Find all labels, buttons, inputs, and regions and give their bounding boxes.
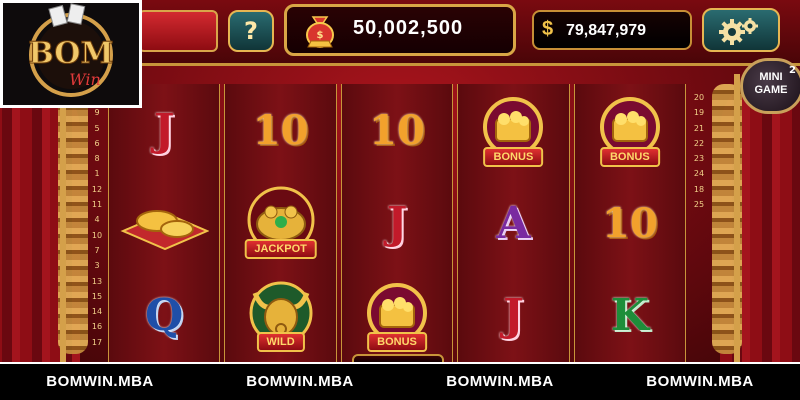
symbol-k: K	[610, 290, 649, 342]
gear-icon	[719, 18, 758, 45]
help-button[interactable]: ?	[228, 10, 274, 52]
payline-number: 21	[693, 123, 705, 133]
jackpot-amount: 50,002,500	[353, 17, 464, 39]
watermark-text: BOMWIN.MBA	[446, 373, 554, 390]
reel-2: 10 JACKPOT WILD	[224, 84, 337, 362]
reel-5: BONUS 10 K	[573, 84, 687, 362]
reel-cell: J	[342, 177, 452, 270]
payline-number: 17	[91, 337, 103, 347]
jackpot-display: $ 50,002,500	[284, 4, 516, 56]
symbol-10: 10	[252, 106, 309, 154]
reel-1: JQ	[108, 84, 221, 362]
symbol-label: BONUS	[599, 146, 660, 167]
payline-number: 8	[94, 154, 100, 164]
symbol-j: J	[503, 290, 524, 342]
symbol-a: A	[496, 197, 531, 249]
reel-cell: 10	[225, 84, 335, 177]
symbol-10: 10	[601, 199, 658, 247]
svg-text:Win: Win	[69, 70, 101, 89]
payline-numbers-right: 20 19 21 22 23 24 18 25	[690, 90, 708, 212]
mini-game-label: MINI GAME	[754, 71, 788, 96]
payline-number: 11	[91, 200, 103, 210]
reel-cell: WILD	[225, 269, 335, 362]
symbol-j: J	[153, 104, 175, 156]
reel-cell: K	[575, 269, 685, 362]
balance-display: $ 79,847,979	[532, 10, 692, 50]
bomwin-logo: BOM Win	[0, 0, 142, 108]
payline-numbers-left: 2956811211410731315141617	[88, 90, 106, 350]
reel-cell: Q	[109, 269, 219, 362]
svg-text:BOM: BOM	[28, 36, 113, 71]
watermark-bar: BOMWIN.MBA BOMWIN.MBA BOMWIN.MBA BOMWIN.MBA	[0, 362, 800, 400]
reel-cell	[109, 177, 219, 270]
symbol-label: JACKPOT	[244, 239, 317, 260]
payline-number: 19	[693, 108, 705, 118]
payline-number: 23	[693, 154, 705, 164]
mini-game-badge: 2	[789, 65, 796, 76]
settings-button[interactable]	[702, 8, 780, 52]
payline-number: 25	[693, 200, 705, 210]
payline-number: 7	[94, 245, 100, 255]
logo-emblem: BOM Win	[28, 3, 114, 97]
symbol-10: 10	[369, 106, 425, 154]
reel-cell: BONUS	[458, 84, 568, 177]
payline-number: 13	[91, 276, 103, 286]
reel-cell: J	[458, 269, 568, 362]
payline-number: 15	[91, 291, 103, 301]
payline-number: 5	[94, 123, 100, 133]
bet-panel[interactable]	[138, 10, 218, 52]
reel-cell: BONUS	[342, 269, 452, 362]
payline-number: 16	[91, 322, 103, 332]
symbol-label: BONUS	[483, 146, 544, 167]
reel-cell: 10	[575, 177, 685, 270]
balance-amount: 79,847,979	[566, 22, 647, 39]
reel-4: BONUS A J	[457, 84, 570, 362]
watermark-text: BOMWIN.MBA	[46, 373, 154, 390]
gold-ingot-icon	[119, 191, 210, 255]
payline-number: 12	[91, 184, 103, 194]
svg-text:$: $	[317, 30, 324, 41]
mini-game-button[interactable]: MINI GAME 2	[740, 58, 800, 114]
payline-number: 6	[94, 138, 100, 148]
watermark-text: BOMWIN.MBA	[646, 373, 754, 390]
payline-number: 3	[94, 261, 100, 271]
payline-number: 22	[693, 138, 705, 148]
payline-number: 10	[91, 230, 103, 240]
payline-number: 1	[94, 169, 100, 179]
dollar-icon: $	[542, 18, 554, 40]
reel-cell: JACKPOT	[225, 177, 335, 270]
payline-number: 4	[94, 215, 100, 225]
payline-number: 18	[693, 184, 705, 194]
watermark-text: BOMWIN.MBA	[246, 373, 354, 390]
reel-cell: A	[458, 177, 568, 270]
symbol-q: Q	[145, 290, 184, 342]
spin-panel-top[interactable]	[352, 354, 444, 362]
reel-cell: BONUS	[575, 84, 685, 177]
payline-number: 14	[91, 307, 103, 317]
money-bag-icon: $	[306, 16, 334, 48]
payline-number: 24	[693, 169, 705, 179]
reel-3: 10 J BONUS	[340, 84, 454, 362]
symbol-label: BONUS	[367, 332, 427, 353]
slot-reels: J Q 10 JACKPOT WILD 10 J BONUS BONUS A J BONUS 10 K	[108, 84, 687, 362]
payline-number: 20	[693, 93, 705, 102]
reel-cell: 10	[342, 84, 452, 177]
symbol-j: J	[386, 197, 408, 249]
symbol-label: WILD	[256, 332, 305, 353]
